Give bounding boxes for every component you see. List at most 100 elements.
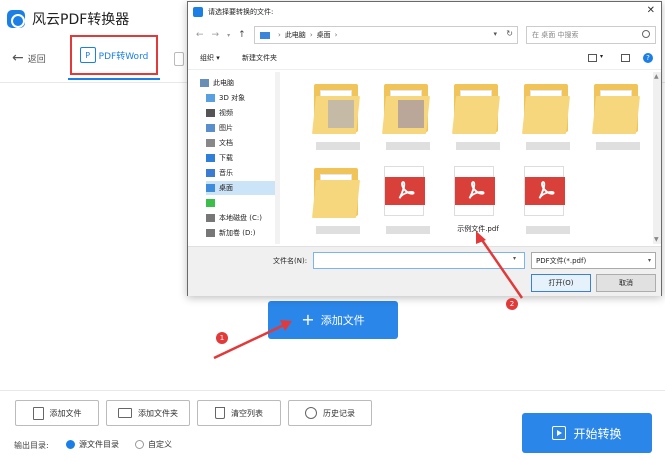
blurred-file-name <box>386 142 430 150</box>
app-title: 风云PDF转换器 <box>32 12 130 28</box>
breadcrumb-separator-icon: › <box>334 31 338 39</box>
address-dropdown-icon[interactable]: ▾ <box>493 30 497 38</box>
file-item-sample-pdf[interactable]: 示例文件.pdf <box>450 160 510 238</box>
tree-scrollbar[interactable] <box>275 72 280 244</box>
tree-item-local-disk-c[interactable]: 本地磁盘 (C:) <box>206 211 276 225</box>
tree-item-3d-objects[interactable]: 3D 对象 <box>206 91 276 105</box>
add-file-main-button[interactable]: + 添加文件 <box>268 301 398 339</box>
toolbar-add-file-button[interactable]: 添加文件 <box>15 400 99 426</box>
filename-dropdown-icon[interactable]: ▾ <box>513 255 516 262</box>
play-icon <box>552 426 567 440</box>
tree-item-pictures[interactable]: 图片 <box>206 121 276 135</box>
close-icon[interactable]: ✕ <box>647 5 655 16</box>
tree-item-desktop[interactable]: 桌面 <box>206 181 276 195</box>
file-item-folder[interactable] <box>590 76 650 154</box>
tree-item-videos[interactable]: 视频 <box>206 106 276 120</box>
new-folder-button[interactable]: 新建文件夹 <box>242 53 277 63</box>
disk-icon <box>206 214 215 222</box>
help-icon[interactable]: ? <box>643 53 653 63</box>
download-icon <box>206 154 215 162</box>
tree-label: 此电脑 <box>213 79 234 87</box>
start-convert-button[interactable]: 开始转换 <box>522 413 652 453</box>
dialog-navbar: ← → ▾ ↑ › 此电脑 › 桌面 › ▾ ↻ 在 桌面 中搜索 <box>188 24 661 46</box>
file-item-folder[interactable] <box>310 160 370 238</box>
back-button[interactable]: ← 返回 <box>12 50 46 66</box>
scroll-down-icon[interactable]: ▼ <box>654 236 659 243</box>
radio-custom-directory[interactable] <box>135 440 144 449</box>
file-item-folder[interactable] <box>450 76 510 154</box>
computer-icon <box>260 31 270 39</box>
cube-icon <box>206 94 215 102</box>
cancel-button[interactable]: 取消 <box>596 274 656 292</box>
breadcrumb-this-pc[interactable]: 此电脑 <box>285 30 306 40</box>
file-item-folder[interactable] <box>310 76 370 154</box>
file-list-scrollbar[interactable]: ▲ ▼ <box>653 72 661 244</box>
scroll-up-icon[interactable]: ▲ <box>654 73 659 80</box>
tree-item-documents[interactable]: 文档 <box>206 136 276 150</box>
file-name: 示例文件.pdf <box>457 225 499 233</box>
toolbar-history-button[interactable]: 历史记录 <box>288 400 372 426</box>
file-icon <box>32 406 44 420</box>
view-dropdown-icon[interactable]: ▾ <box>600 53 603 60</box>
filename-label: 文件名(N): <box>273 257 308 265</box>
history-dropdown-icon[interactable]: ▾ <box>227 32 230 39</box>
pdf-file-icon <box>454 166 495 216</box>
open-file-dialog: 请选择要转换的文件: ✕ ← → ▾ ↑ › 此电脑 › 桌面 › ▾ ↻ 在 … <box>187 1 662 296</box>
file-item-pdf[interactable] <box>380 160 440 238</box>
next-tab-icon[interactable] <box>174 52 184 66</box>
toolbar-add-folder-button[interactable]: 添加文件夹 <box>106 400 190 426</box>
file-item-pdf[interactable] <box>520 160 580 238</box>
dialog-titlebar: 请选择要转换的文件: ✕ <box>188 2 661 22</box>
filename-input[interactable] <box>313 252 525 269</box>
address-bar[interactable]: › 此电脑 › 桌面 › ▾ ↻ <box>254 26 518 44</box>
tab-pdf-to-word[interactable]: P PDF转Word <box>70 35 158 75</box>
annotation-badge-2: 2 <box>506 298 518 310</box>
filetype-select[interactable]: PDF文件(*.pdf) ▾ <box>531 252 656 269</box>
tree-item-downloads[interactable]: 下载 <box>206 151 276 165</box>
green-app-icon <box>206 199 215 207</box>
picture-icon <box>206 124 215 132</box>
blurred-file-name <box>526 226 570 234</box>
forward-nav-icon[interactable]: → <box>212 30 220 40</box>
output-directory-label: 输出目录: <box>14 441 49 450</box>
folder-icon <box>452 84 500 134</box>
file-item-folder[interactable] <box>380 76 440 154</box>
toolbar-history-label: 历史记录 <box>323 408 355 418</box>
active-tab-indicator <box>68 78 160 80</box>
preview-pane-icon[interactable] <box>621 54 630 62</box>
clock-icon <box>305 407 317 419</box>
tree-item-music[interactable]: 音乐 <box>206 166 276 180</box>
pdf-glyph <box>538 181 555 199</box>
toolbar-clear-list-button[interactable]: 清空列表 <box>197 400 281 426</box>
folder-icon <box>592 84 640 134</box>
pdf-logo-icon <box>525 177 565 205</box>
blurred-file-name <box>596 142 640 150</box>
tree-item-green-app[interactable] <box>206 196 276 210</box>
folder-front <box>592 96 640 134</box>
navigation-tree: 此电脑 3D 对象 视频 图片 文档 下载 音乐 桌面 本地磁盘 (C:) 新加… <box>188 72 280 244</box>
tree-label: 新加卷 (D:) <box>219 229 256 237</box>
radio-source-directory[interactable] <box>66 440 75 449</box>
up-folder-icon[interactable]: ↑ <box>238 30 246 40</box>
trash-icon <box>215 407 225 419</box>
chevron-down-icon: ▾ <box>647 257 651 264</box>
tree-label: 3D 对象 <box>219 94 246 102</box>
tree-label: 音乐 <box>219 169 233 177</box>
search-input[interactable]: 在 桌面 中搜索 <box>526 26 656 44</box>
organize-menu[interactable]: 组织 ▾ <box>200 53 220 63</box>
tree-item-this-pc[interactable]: 此电脑 <box>200 76 270 90</box>
pdf-logo-icon <box>455 177 495 205</box>
dialog-command-bar: 组织 ▾ 新建文件夹 ▾ ? <box>188 48 661 70</box>
file-item-folder[interactable] <box>520 76 580 154</box>
dialog-app-icon <box>193 7 203 17</box>
breadcrumb-desktop[interactable]: 桌面 <box>317 30 331 40</box>
refresh-icon[interactable]: ↻ <box>506 29 513 38</box>
back-nav-icon[interactable]: ← <box>196 30 204 40</box>
blurred-file-name <box>386 226 430 234</box>
tree-item-volume-d[interactable]: 新加卷 (D:) <box>206 226 276 240</box>
open-button[interactable]: 打开(O) <box>531 274 591 292</box>
music-icon <box>206 169 215 177</box>
view-mode-icon[interactable] <box>588 54 597 62</box>
document-icon <box>206 139 215 147</box>
breadcrumb-separator-icon: › <box>309 31 313 39</box>
